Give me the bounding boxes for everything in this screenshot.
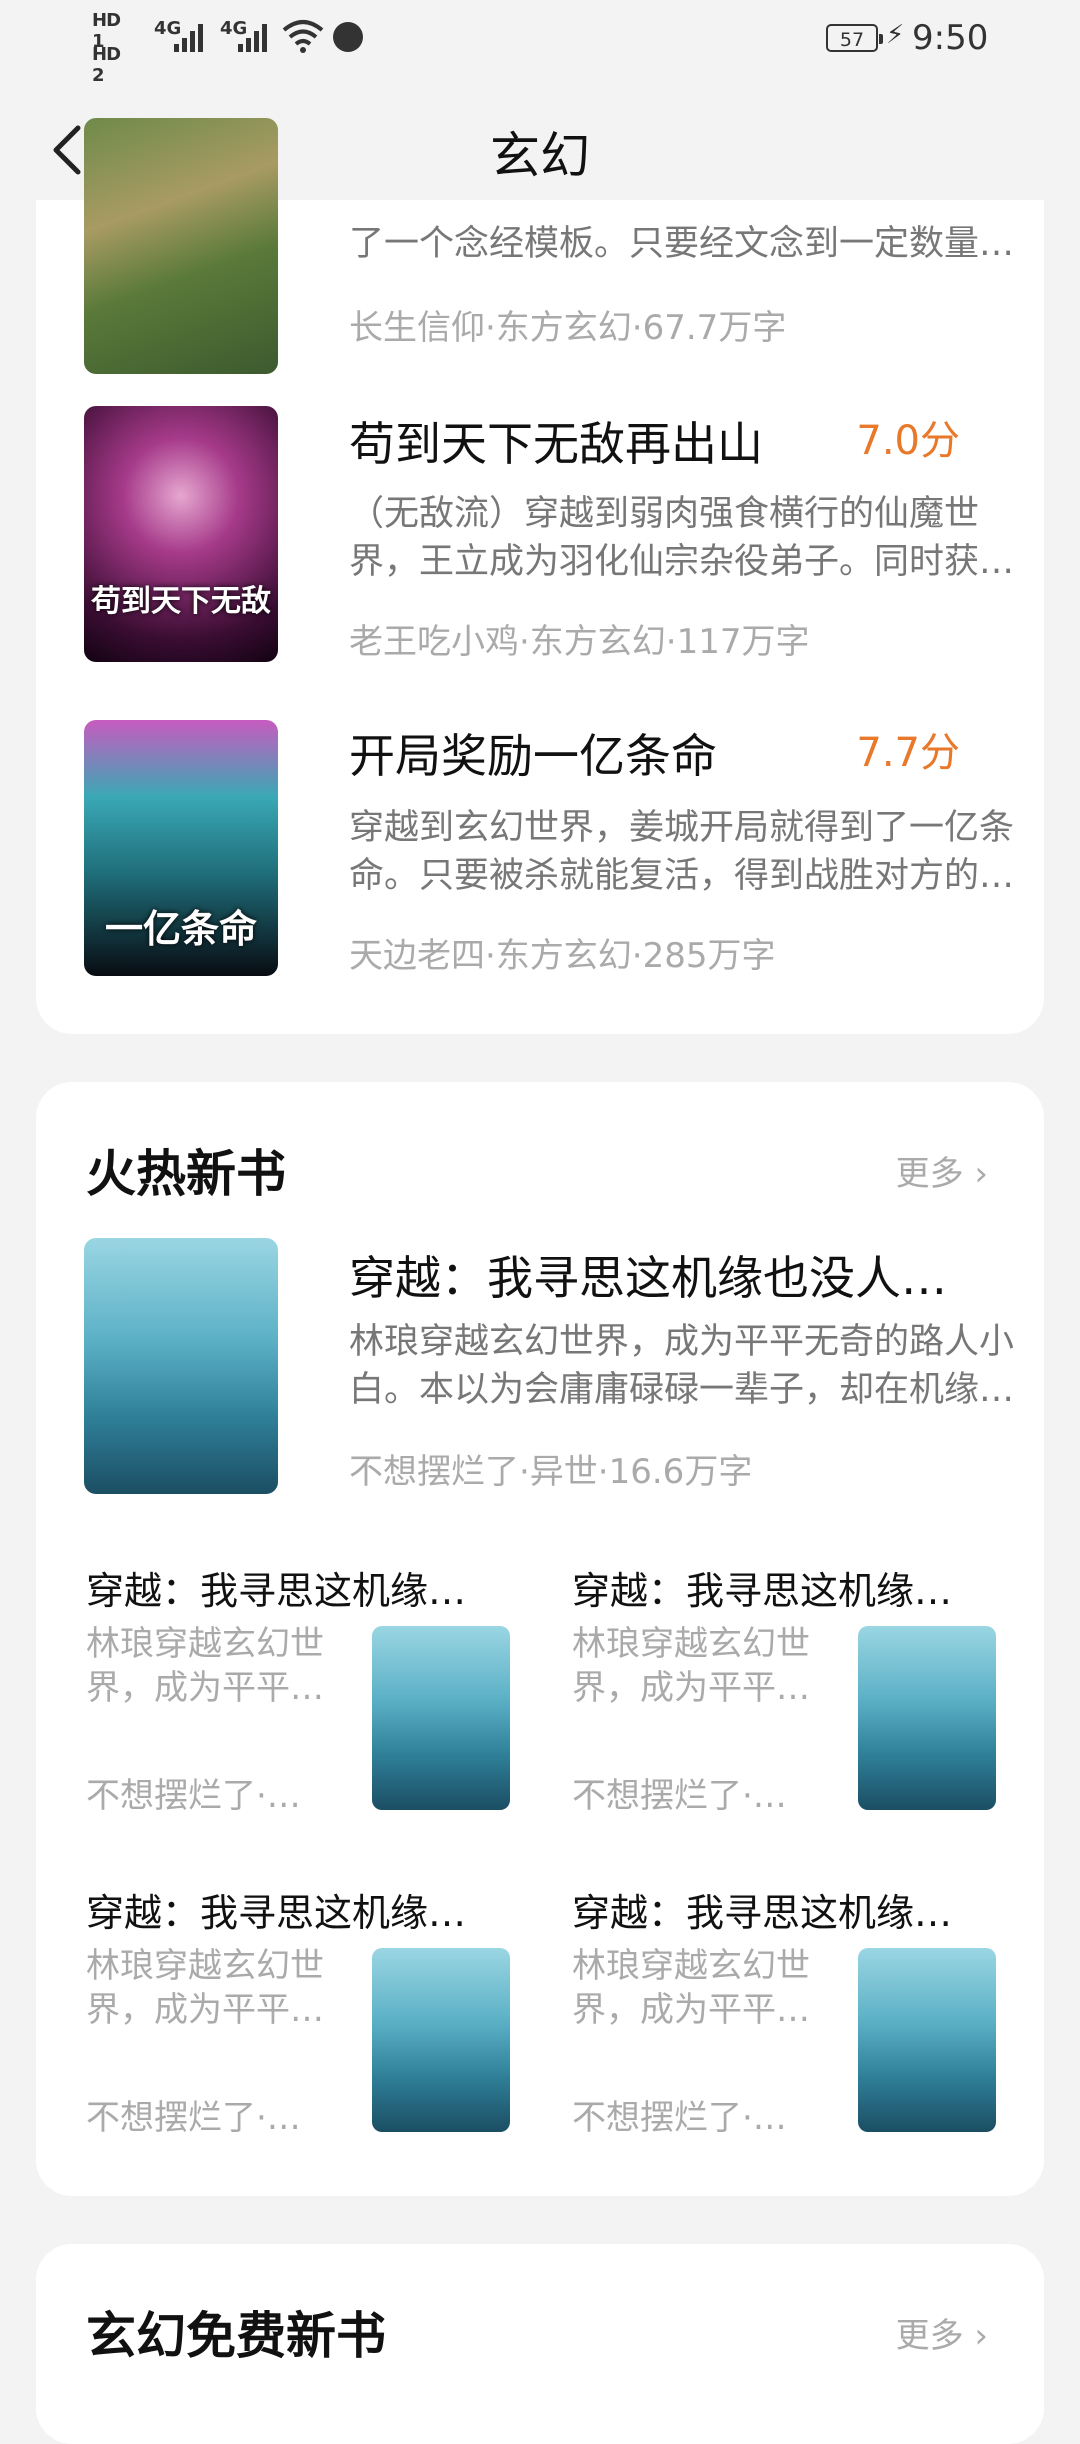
book-desc: 林琅穿越玄幻世界，成为平平无奇的路人小白。本以为会庸庸碌碌一辈子，却在机缘… (349, 1322, 1015, 1410)
book-meta: 长生信仰·东方玄幻·67.7万字 (349, 308, 787, 348)
book-desc: 林琅穿越玄幻世界，成为平平… (572, 1624, 810, 1708)
more-link[interactable]: 更多 › (896, 1146, 988, 1195)
book-cover[interactable] (858, 1626, 996, 1810)
book-cover[interactable] (372, 1948, 510, 2132)
signal-icon (174, 20, 210, 52)
section-title: 火热新书 (86, 1145, 286, 1203)
book-title[interactable]: 穿越：我寻思这机缘也没人… (349, 1242, 947, 1308)
book-meta: 不想摆烂了·… (572, 1776, 787, 1816)
book-cover[interactable] (84, 118, 278, 374)
book-desc: 林琅穿越玄幻世界，成为平平… (86, 1624, 324, 1708)
book-meta: 老王吃小鸡·东方玄幻·117万字 (349, 622, 810, 662)
free-new-books-card: 玄幻免费新书 更多 › (36, 2244, 1044, 2444)
book-meta: 不想摆烂了·… (572, 2098, 787, 2138)
globe-icon (333, 22, 363, 52)
book-desc: 林琅穿越玄幻世界，成为平平… (86, 1946, 324, 2030)
book-cover[interactable] (372, 1626, 510, 1810)
status-bar: HD 1 HD 2 4G 4G 57 ⚡ 9:50 (0, 0, 1080, 86)
charging-icon: ⚡ (886, 20, 905, 50)
book-title[interactable]: 穿越：我寻思这机缘… (572, 1560, 952, 1615)
battery-icon: 57 (826, 24, 883, 52)
section-title: 玄幻免费新书 (86, 2307, 386, 2365)
book-desc: 林琅穿越玄幻世界，成为平平… (572, 1946, 810, 2030)
book-cover[interactable] (84, 1238, 278, 1494)
book-title[interactable]: 开局奖励一亿条命 (349, 720, 717, 786)
book-desc: 了一个念经模板。只要经文念到一定数量… (349, 224, 1015, 264)
hot-new-books-card: 火热新书 更多 › 穿越：我寻思这机缘也没人… 林琅穿越玄幻世界，成为平平无奇的… (36, 1082, 1044, 2196)
book-desc: （无敌流）穿越到弱肉强食横行的仙魔世界，王立成为羽化仙宗杂役弟子。同时获… (349, 494, 1015, 582)
book-cover[interactable]: 一亿条命 (84, 720, 278, 976)
book-title[interactable]: 穿越：我寻思这机缘… (86, 1560, 466, 1615)
book-score: 7.7分 (856, 730, 960, 776)
hd-sim1-icon: HD 1 (92, 10, 121, 52)
book-score: 7.0分 (856, 418, 960, 464)
wifi-icon (282, 20, 324, 53)
book-meta: 天边老四·东方玄幻·285万字 (349, 936, 776, 976)
signal-icon (238, 20, 274, 52)
cover-title-art: 一亿条命 (104, 907, 257, 951)
hd-sim2-icon: HD 2 (92, 44, 121, 86)
book-cover[interactable]: 苟到天下无敌 (84, 406, 278, 662)
book-meta: 不想摆烂了·… (86, 1776, 301, 1816)
book-title[interactable]: 苟到天下无敌再出山 (349, 408, 763, 474)
more-link[interactable]: 更多 › (896, 2308, 988, 2357)
book-meta: 不想摆烂了·异世·16.6万字 (349, 1452, 753, 1492)
book-meta: 不想摆烂了·… (86, 2098, 301, 2138)
book-title[interactable]: 穿越：我寻思这机缘… (572, 1882, 952, 1937)
status-time: 9:50 (912, 18, 989, 58)
book-desc: 穿越到玄幻世界，姜城开局就得到了一亿条命。只要被杀就能复活，得到战胜对方的… (349, 808, 1015, 896)
book-title[interactable]: 穿越：我寻思这机缘… (86, 1882, 466, 1937)
cover-title-art: 苟到天下无敌 (91, 584, 271, 619)
book-list-card: 了一个念经模板。只要经文念到一定数量… 长生信仰·东方玄幻·67.7万字 苟到天… (36, 118, 1044, 1034)
book-cover[interactable] (858, 1948, 996, 2132)
